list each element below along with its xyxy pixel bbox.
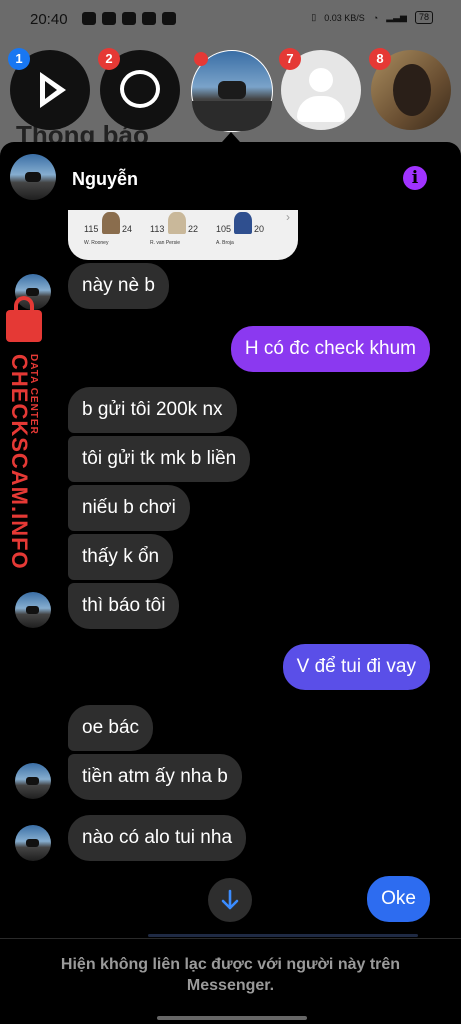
footer-divider — [0, 938, 461, 939]
player-name: W. Rooney — [84, 240, 109, 246]
message-bubble-incoming[interactable]: tiền atm ấy nha b — [68, 754, 242, 800]
input-hint-line — [148, 934, 418, 937]
messenger-notification-icon — [122, 12, 136, 25]
message-bubble-incoming[interactable]: thì báo tôi — [68, 583, 180, 629]
motorbike-photo — [218, 81, 246, 99]
pet-photo — [393, 64, 431, 116]
message-bubble-incoming[interactable]: niếu b chơi — [68, 485, 190, 531]
head-badge-1: 1 — [8, 48, 30, 70]
chat-head-pointer — [222, 132, 240, 142]
messenger-icon — [120, 70, 160, 108]
head-badge-2: 2 — [98, 48, 120, 70]
message-bubble-outgoing[interactable]: Oke — [367, 876, 430, 922]
youtube-icon — [142, 12, 156, 25]
lock-icon — [6, 296, 42, 342]
arrow-down-icon — [221, 889, 239, 910]
card-player: 113 22 R. van Persie — [148, 212, 210, 250]
vibrate-icon: ▯ — [311, 12, 317, 22]
player-rating: 105 — [216, 224, 232, 234]
shared-lineup-card[interactable]: 115 24 W. Rooney 113 22 R. van Persie 10… — [68, 210, 298, 260]
contact-head-7[interactable]: 7 — [279, 48, 361, 130]
net-speed: 0.03 KB/S — [324, 12, 365, 23]
contact-name[interactable]: Nguyễn — [72, 169, 138, 190]
status-bar: 20:40 ▯ 0.03 KB/S ◔ ▂▃▅ 78 — [0, 0, 461, 40]
video-player-head[interactable]: 1 — [8, 48, 90, 130]
player-name: R. van Persie — [150, 240, 181, 246]
battery-icon: 78 — [414, 11, 433, 24]
notes-icon — [102, 12, 116, 25]
wifi-icon: ◔ — [372, 12, 379, 23]
signal-icon: ▂▃▅ — [386, 12, 407, 22]
player-rating: 113 — [150, 224, 165, 234]
scroll-to-bottom-button[interactable] — [208, 878, 252, 922]
chat-heads-bar: 1 2 7 8 — [0, 48, 461, 132]
player-sub-number: 24 — [122, 224, 133, 234]
contact-head-8[interactable]: 8 — [369, 48, 451, 130]
player-sub-number: 22 — [188, 224, 199, 234]
head-badge-7: 7 — [279, 48, 301, 70]
messenger-head[interactable]: 2 — [98, 48, 180, 130]
message-bubble-incoming[interactable]: nào có alo tui nha — [68, 815, 247, 861]
chat-panel: Nguyễn i 115 24 W. Rooney 113 22 R. van … — [0, 142, 461, 1024]
status-time: 20:40 — [30, 11, 68, 28]
game-controller-icon — [82, 12, 96, 25]
sender-avatar — [15, 825, 51, 861]
watermark-subtext: DATA CENTER — [28, 354, 39, 435]
message-bubble-incoming[interactable]: này nè b — [68, 263, 169, 309]
checkscam-watermark: CHECKSCAM.INFO DATA CENTER — [2, 296, 46, 670]
message-bubble-outgoing[interactable]: H có đc check khum — [230, 326, 430, 372]
info-icon[interactable]: i — [403, 166, 427, 190]
status-right-icons: ▯ 0.03 KB/S ◔ ▂▃▅ 78 — [311, 11, 433, 24]
message-bubble-incoming[interactable]: b gửi tôi 200k nx — [68, 387, 237, 433]
message-bubble-outgoing[interactable]: V để tui đi vay — [282, 644, 430, 690]
notification-icons — [82, 12, 176, 25]
unavailable-notice: Hiện không liên lạc được với người này t… — [60, 956, 401, 994]
tiktok-icon — [162, 12, 176, 25]
message-bubble-incoming[interactable]: tôi gửi tk mk b liền — [68, 436, 251, 482]
player-rating: 115 — [84, 224, 99, 234]
head-badge-8: 8 — [369, 48, 391, 70]
gesture-nav-handle[interactable] — [157, 1016, 307, 1020]
message-bubble-incoming[interactable]: oe bác — [68, 705, 154, 751]
default-avatar-icon — [309, 68, 333, 92]
player-sub-number: 20 — [254, 224, 265, 234]
card-player: 105 20 A. Broja — [214, 212, 276, 250]
message-bubble-incoming[interactable]: thấy k ổn — [68, 534, 174, 580]
card-player: 115 24 W. Rooney — [82, 212, 144, 250]
chevron-right-icon: › — [286, 210, 290, 224]
partial-badge — [194, 52, 208, 66]
sender-avatar — [15, 763, 51, 799]
player-name: A. Broja — [216, 240, 234, 246]
contact-avatar[interactable] — [10, 154, 56, 200]
